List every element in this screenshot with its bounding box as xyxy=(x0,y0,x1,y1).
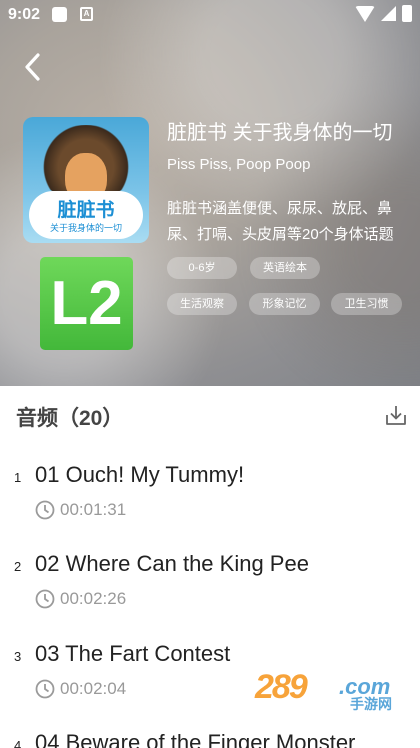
audio-section-title: 音频（20） xyxy=(16,407,124,430)
track-number: 4 xyxy=(14,738,22,748)
tag-theme-3: 卫生习惯 xyxy=(331,293,402,315)
level-badge: L2 xyxy=(40,257,133,350)
watermark-site: 手游网 xyxy=(350,696,392,712)
status-indicators xyxy=(355,5,412,22)
track-duration-row: 00:02:04 xyxy=(35,679,126,699)
app-notification-icon: A xyxy=(80,7,93,21)
tag-category: 英语绘本 xyxy=(250,257,320,279)
track-duration: 00:02:26 xyxy=(60,589,127,608)
track-duration: 00:02:04 xyxy=(60,679,127,698)
track-number: 1 xyxy=(14,470,22,485)
track-duration-row: 00:02:26 xyxy=(35,589,126,609)
book-description: 脏脏书涵盖便便、尿尿、放屁、鼻屎、打嗝、头皮屑等20个身体话题 xyxy=(167,200,394,243)
download-icon[interactable] xyxy=(385,404,407,426)
status-time: 9:02 xyxy=(8,6,41,23)
track-title: 02 Where Can the King Pee xyxy=(35,551,309,576)
battery-icon xyxy=(402,5,412,22)
book-title: 脏脏书 关于我身体的一切 xyxy=(167,122,393,144)
wifi-icon xyxy=(355,5,375,22)
audio-list-header: 音频（20） xyxy=(0,386,420,446)
site-watermark: 289 .com 手游网 xyxy=(255,668,405,712)
tag-theme-1: 生活观察 xyxy=(167,293,237,315)
notification-icon xyxy=(52,7,67,22)
clock-icon xyxy=(35,500,55,520)
track-title: 04 Beware of the Finger Monster xyxy=(35,730,356,748)
track-duration-row: 00:01:31 xyxy=(35,500,126,520)
track-duration: 00:01:31 xyxy=(60,500,127,519)
track-number: 3 xyxy=(14,649,22,664)
status-bar: 9:02 A xyxy=(0,0,420,30)
book-cover: 脏脏书 关于我身体的一切 xyxy=(23,117,149,243)
watermark-logo: 289 xyxy=(255,668,308,706)
tag-theme-2: 形象记忆 xyxy=(249,293,320,315)
track-title: 01 Ouch! My Tummy! xyxy=(35,462,245,487)
signal-icon xyxy=(381,6,396,21)
cover-title: 脏脏书 xyxy=(57,200,115,221)
back-arrow-icon[interactable] xyxy=(22,52,46,82)
cover-subtitle: 关于我身体的一切 xyxy=(49,223,122,233)
clock-icon xyxy=(35,679,55,699)
track-item[interactable]: 1 01 Ouch! My Tummy! 00:01:31 xyxy=(0,462,420,552)
track-number: 2 xyxy=(14,559,22,574)
tag-age: 0-6岁 xyxy=(167,257,237,279)
track-item[interactable]: 2 02 Where Can the King Pee 00:02:26 xyxy=(0,551,420,641)
track-title: 03 The Fart Contest xyxy=(35,641,231,666)
track-item[interactable]: 4 04 Beware of the Finger Monster xyxy=(0,730,420,748)
book-subtitle: Piss Piss, Poop Poop xyxy=(167,156,311,173)
album-header: 9:02 A 脏脏书 关于我身体的一切 L2 脏脏书 关于我身体的一切 Piss… xyxy=(0,0,420,386)
clock-icon xyxy=(35,589,55,609)
